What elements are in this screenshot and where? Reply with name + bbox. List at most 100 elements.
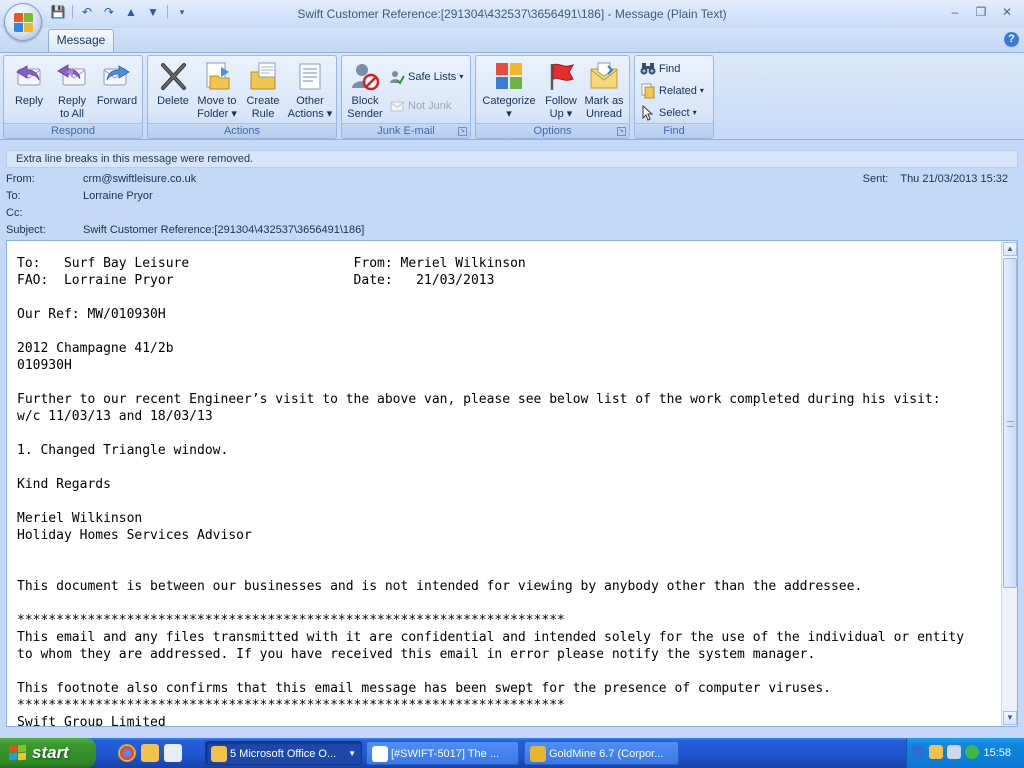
ribbon-tab-row: Message ?: [0, 28, 1024, 52]
outlook-icon: [211, 746, 227, 762]
reply-icon: [13, 60, 45, 92]
office-logo-icon: [14, 13, 34, 33]
message-body-text[interactable]: To: Surf Bay Leisure From: Meriel Wilkin…: [17, 255, 997, 726]
body-line: ****************************************…: [17, 698, 565, 713]
body-line: [17, 425, 997, 442]
follow-up-button[interactable]: Follow Up ▾: [540, 60, 582, 121]
subject-label: Subject:: [6, 224, 46, 236]
categorize-button[interactable]: Categorize ▾: [479, 60, 539, 121]
body-line: This footnote also confirms that this em…: [17, 681, 831, 696]
body-line: Kind Regards: [17, 477, 111, 492]
minimize-button[interactable]: –: [946, 4, 964, 20]
options-group-label: Options: [476, 123, 629, 138]
help-icon[interactable]: ?: [1004, 32, 1019, 47]
scroll-up-arrow[interactable]: ▲: [1003, 242, 1017, 256]
subject-value: Swift Customer Reference:[291304\432537\…: [83, 224, 365, 236]
forward-icon: [101, 60, 133, 92]
block-sender-icon: [349, 60, 381, 92]
body-line: This document is between our businesses …: [17, 579, 863, 594]
body-line: w/c 11/03/13 and 18/03/13: [17, 409, 213, 424]
office-button[interactable]: [4, 3, 42, 41]
outlook-quicklaunch-icon[interactable]: [141, 744, 159, 762]
categorize-icon: [493, 60, 525, 92]
body-line: [17, 544, 997, 561]
from-value[interactable]: crm@swiftleisure.co.uk: [83, 171, 196, 188]
to-value[interactable]: Lorraine Pryor: [83, 188, 153, 205]
find-group: Find Related ▾ Select ▾ Find: [634, 55, 714, 139]
respond-group-label: Respond: [4, 123, 142, 138]
tray-status-icon[interactable]: [965, 745, 979, 759]
reply-button[interactable]: Reply: [8, 60, 50, 108]
junk-email-dialog-launcher[interactable]: ↘: [458, 127, 467, 136]
tray-expand-icon[interactable]: [911, 745, 925, 759]
actions-group: Delete Move to Folder ▾ Create Rule Othe…: [147, 55, 337, 139]
taskbar-item-swift[interactable]: [#SWIFT-5017] The ...: [366, 741, 519, 765]
body-line: 2012 Champagne 41/2b: [17, 341, 174, 356]
options-dialog-launcher[interactable]: ↘: [617, 127, 626, 136]
body-line: to whom they are addressed. If you have …: [17, 647, 816, 662]
body-line: [17, 374, 997, 391]
other-actions-button[interactable]: Other Actions ▾: [286, 60, 334, 121]
message-body-pane[interactable]: To: Surf Bay Leisure From: Meriel Wilkin…: [6, 240, 1018, 727]
scroll-grip: [1007, 421, 1014, 427]
body-line: [17, 663, 997, 680]
body-line: Further to our recent Engineer’s visit t…: [17, 392, 941, 407]
document-icon: [372, 746, 388, 762]
scroll-thumb[interactable]: [1003, 258, 1017, 588]
safe-lists-icon: [389, 69, 405, 85]
select-button[interactable]: Select ▾: [640, 104, 697, 122]
actions-group-label: Actions: [148, 123, 336, 138]
reply-all-button[interactable]: Reply to All: [51, 60, 93, 121]
body-line: [17, 323, 997, 340]
block-sender-button[interactable]: Block Sender: [344, 60, 386, 121]
delete-button[interactable]: Delete: [152, 60, 194, 108]
move-to-folder-button[interactable]: Move to Folder ▾: [194, 60, 240, 121]
junk-email-group-label: Junk E-mail: [342, 123, 470, 138]
body-line: Meriel Wilkinson: [17, 511, 143, 526]
cc-label: Cc:: [6, 207, 23, 219]
body-line: [17, 459, 997, 476]
scroll-down-arrow[interactable]: ▼: [1003, 711, 1017, 725]
body-line: 010930H: [17, 358, 72, 373]
message-header: From: crm@swiftleisure.co.uk Sent: Thu 21…: [0, 170, 1024, 240]
cursor-icon: [640, 104, 656, 121]
reply-all-icon: [56, 60, 88, 92]
taskbar-item-outlook[interactable]: 5 Microsoft Office O... ▼: [205, 741, 362, 765]
start-button[interactable]: start: [0, 738, 96, 768]
close-button[interactable]: ✕: [998, 4, 1016, 20]
maximize-button[interactable]: ❐: [972, 4, 990, 20]
create-rule-button[interactable]: Create Rule: [241, 60, 285, 121]
tray-network-icon[interactable]: [947, 745, 961, 759]
safe-lists-button[interactable]: Safe Lists ▾: [389, 68, 463, 86]
options-group: Categorize ▾ Follow Up ▾ Mark as Unread …: [475, 55, 630, 139]
window-controls: – ❐ ✕: [946, 4, 1016, 20]
info-bar[interactable]: Extra line breaks in this message were r…: [6, 150, 1018, 168]
app-quicklaunch-icon[interactable]: [164, 744, 182, 762]
group-dropdown-icon: ▼: [348, 749, 356, 758]
title-bar: 💾 ↶ ↷ ▲ ▼ ▾ Swift Customer Reference:[29…: [0, 0, 1024, 28]
body-line: 1. Changed Triangle window.: [17, 443, 229, 458]
body-line: FAO: Lorraine Pryor Date: 21/03/2013: [17, 273, 495, 288]
tray-outlook-icon[interactable]: [929, 745, 943, 759]
system-tray: 15:58: [906, 738, 1024, 768]
chrome-icon[interactable]: [118, 744, 136, 762]
taskbar-item-goldmine[interactable]: GoldMine 6.7 (Corpor...: [524, 741, 679, 765]
body-line: [17, 289, 997, 306]
delete-icon: [157, 60, 189, 92]
vertical-scrollbar[interactable]: ▲ ▼: [1001, 241, 1017, 726]
windows-logo-icon: [9, 744, 27, 761]
taskbar: start 5 Microsoft Office O... ▼ [#SWIFT-…: [0, 738, 1024, 768]
forward-button[interactable]: Forward: [94, 60, 140, 108]
body-line: ****************************************…: [17, 613, 565, 628]
not-junk-icon: [389, 98, 405, 114]
flag-icon: [545, 60, 577, 92]
ribbon: Reply Reply to All Forward Respond Delet…: [0, 52, 1024, 140]
not-junk-button[interactable]: Not Junk: [389, 97, 451, 115]
body-line: Our Ref: MW/010930H: [17, 307, 166, 322]
find-button[interactable]: Find: [640, 60, 680, 78]
sent-field: Sent: Thu 21/03/2013 15:32: [863, 171, 1008, 188]
body-line: This email and any files transmitted wit…: [17, 630, 965, 645]
tab-message[interactable]: Message: [48, 29, 114, 52]
mark-as-unread-button[interactable]: Mark as Unread: [582, 60, 626, 121]
related-button[interactable]: Related ▾: [640, 82, 704, 100]
